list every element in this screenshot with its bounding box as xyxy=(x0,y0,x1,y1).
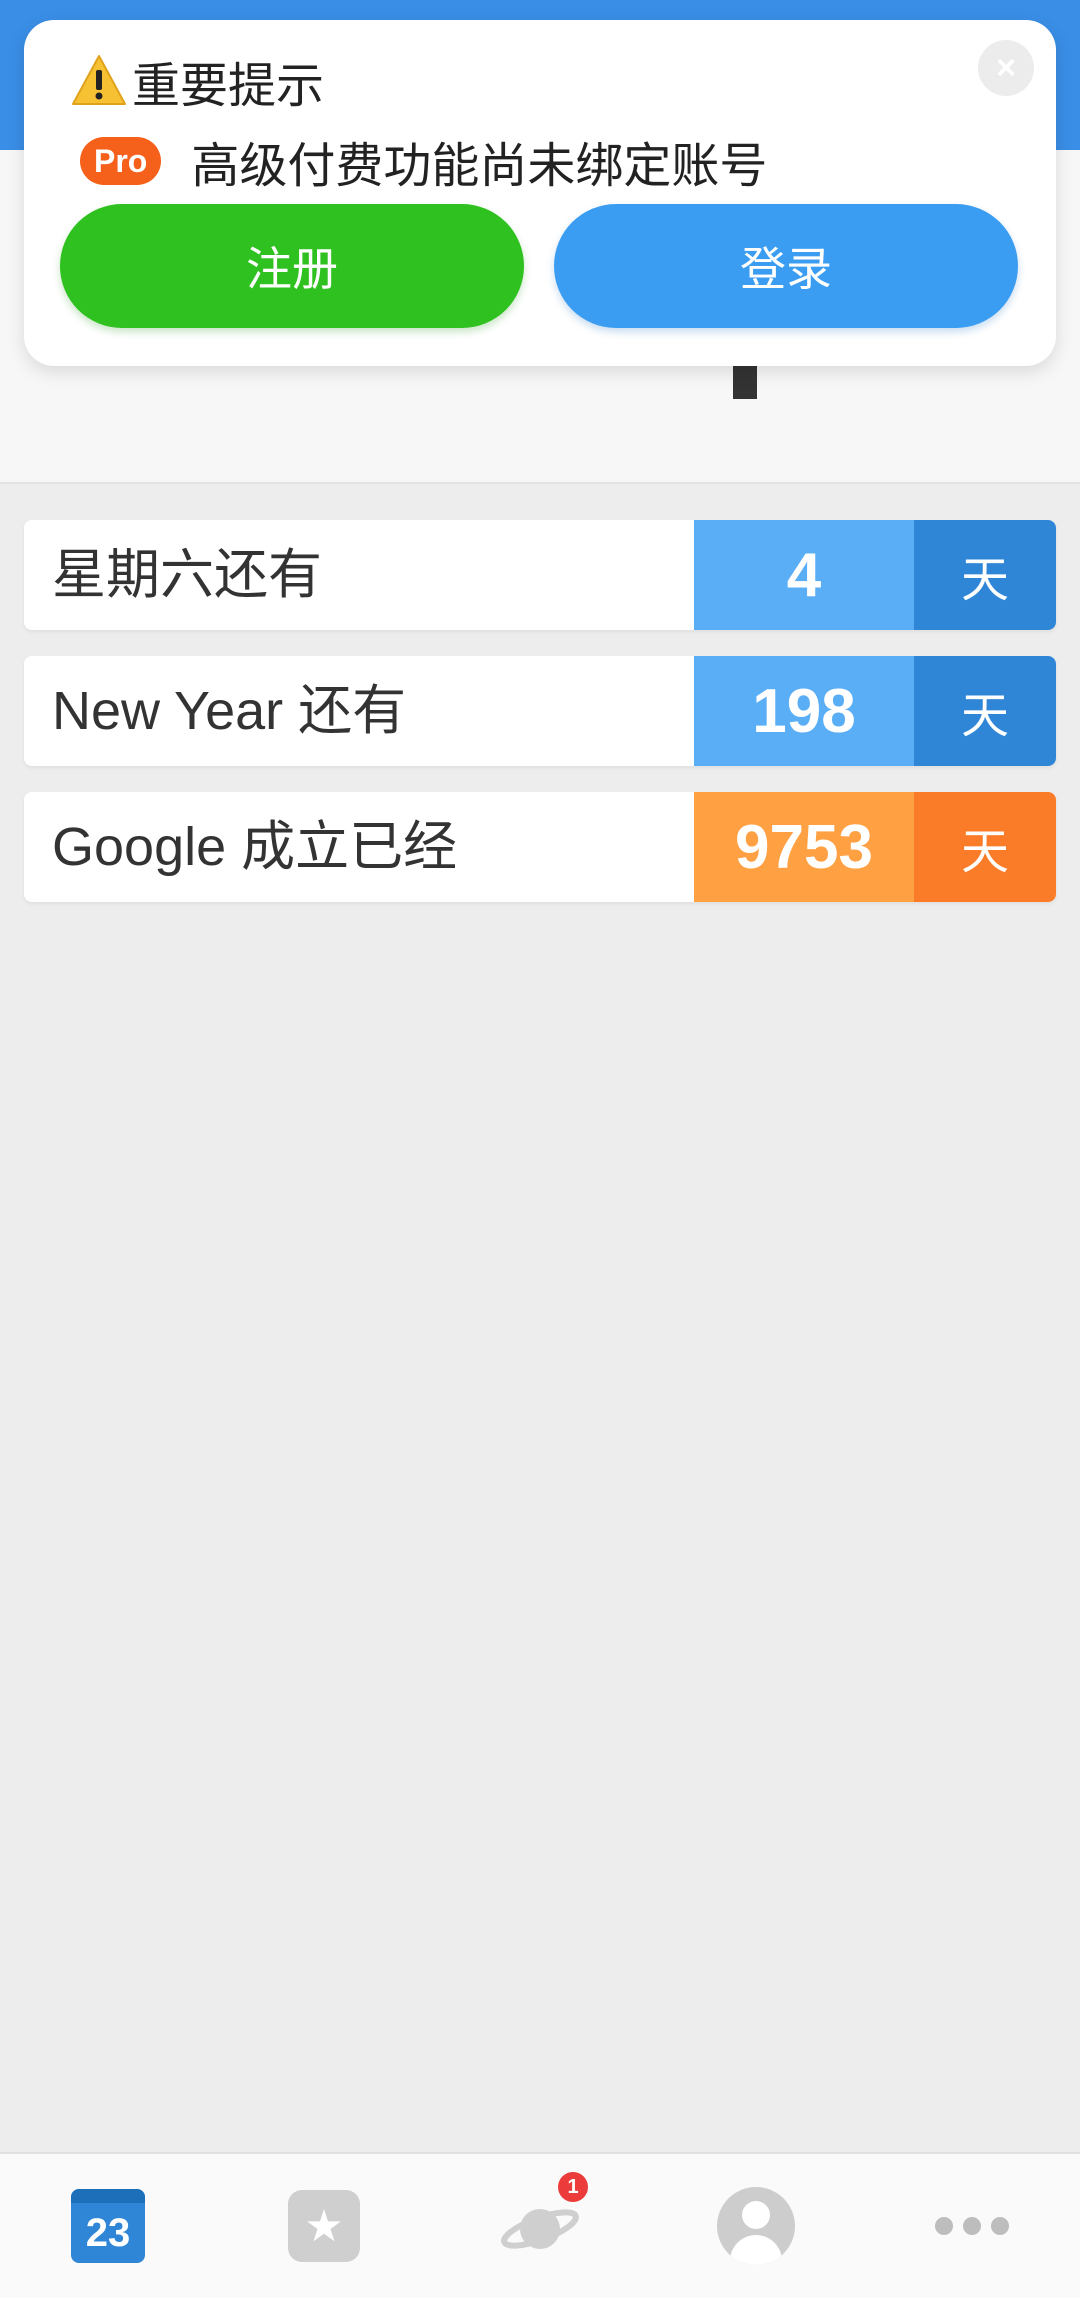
avatar-icon xyxy=(717,2187,795,2265)
warning-icon xyxy=(70,52,128,110)
countdown-value: 4 xyxy=(694,520,914,630)
bottom-navigation: 23 ★ 1 xyxy=(0,2152,1080,2298)
notification-badge: 1 xyxy=(558,2172,588,2202)
pro-badge: Pro xyxy=(80,137,162,185)
header-divider-mark xyxy=(733,365,757,399)
notice-title: 重要提示 xyxy=(132,60,325,113)
notice-title-row: 重要提示 xyxy=(70,46,324,116)
countdown-label: 星期六还有 xyxy=(52,545,322,605)
countdown-value: 198 xyxy=(694,656,914,766)
countdown-unit: 天 xyxy=(914,656,1056,766)
countdown-unit: 天 xyxy=(914,792,1056,902)
notice-message: 高级付费功能尚未绑定账号 xyxy=(191,140,768,193)
notice-message-row: Pro 高级付费功能尚未绑定账号 xyxy=(80,128,767,194)
countdown-item[interactable]: New Year 还有 198 天 xyxy=(24,656,1056,766)
account-notice-dialog: 重要提示 Pro 高级付费功能尚未绑定账号 × 注册 登录 xyxy=(24,20,1056,366)
countdown-label: Google 成立已经 xyxy=(52,817,458,877)
register-button[interactable]: 注册 xyxy=(60,204,524,328)
countdown-list: 星期六还有 4 天 New Year 还有 198 天 Google 成立已经 … xyxy=(24,520,1056,928)
login-button[interactable]: 登录 xyxy=(554,204,1018,328)
nav-favorites[interactable]: ★ xyxy=(264,2166,384,2286)
countdown-value: 9753 xyxy=(694,792,914,902)
star-card-icon: ★ xyxy=(288,2190,360,2262)
countdown-label: New Year 还有 xyxy=(52,681,407,741)
countdown-unit: 天 xyxy=(914,520,1056,630)
calendar-icon: 23 xyxy=(71,2189,145,2263)
nav-more[interactable] xyxy=(912,2166,1032,2286)
calendar-day: 23 xyxy=(85,2211,131,2255)
countdown-item[interactable]: Google 成立已经 9753 天 xyxy=(24,792,1056,902)
close-button[interactable]: × xyxy=(978,40,1034,96)
nav-profile[interactable] xyxy=(696,2166,816,2286)
countdown-item[interactable]: 星期六还有 4 天 xyxy=(24,520,1056,630)
nav-calendar[interactable]: 23 xyxy=(48,2166,168,2286)
nav-discover[interactable]: 1 xyxy=(480,2166,600,2286)
more-dots-icon xyxy=(935,2217,1009,2235)
close-icon: × xyxy=(996,48,1016,87)
